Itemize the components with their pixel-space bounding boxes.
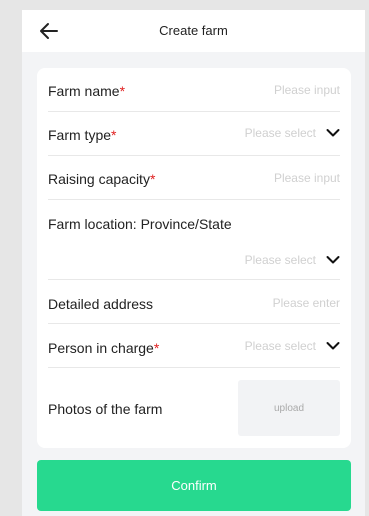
page-title: Create farm xyxy=(159,23,228,38)
chevron-down-icon xyxy=(326,129,340,137)
detailed-address-label: Detailed address xyxy=(48,296,154,312)
chevron-down-icon xyxy=(326,256,340,264)
farm-name-input[interactable] xyxy=(220,83,340,97)
form-card: Farm name* Farm type* Please select Rais… xyxy=(37,68,351,448)
detailed-address-input[interactable] xyxy=(220,296,340,310)
header-bar: Create farm xyxy=(22,10,365,52)
farm-name-row: Farm name* xyxy=(48,68,340,112)
farm-type-row: Farm type* Please select xyxy=(48,112,340,156)
farm-type-label: Farm type* xyxy=(48,127,117,143)
farm-location-placeholder: Please select xyxy=(244,253,316,267)
person-in-charge-label: Person in charge* xyxy=(48,340,160,356)
required-mark: * xyxy=(119,83,126,99)
required-mark: * xyxy=(149,171,156,187)
photos-label: Photos of the farm xyxy=(48,401,163,417)
upload-button[interactable]: upload xyxy=(238,380,340,436)
confirm-button[interactable]: Confirm xyxy=(37,460,351,511)
chevron-down-icon xyxy=(326,342,340,350)
farm-type-select[interactable]: Please select xyxy=(245,126,340,140)
farm-location-select[interactable]: Please select xyxy=(245,253,340,267)
person-in-charge-select[interactable]: Please select xyxy=(245,339,340,353)
raising-capacity-input[interactable] xyxy=(220,171,340,185)
farm-type-placeholder: Please select xyxy=(244,126,316,140)
required-mark: * xyxy=(111,127,117,143)
photos-row: Photos of the farm upload xyxy=(48,378,340,438)
farm-name-label: Farm name* xyxy=(48,83,126,99)
person-in-charge-placeholder: Please select xyxy=(244,339,316,353)
phone-screen: Create farm Farm name* Farm type* Please… xyxy=(22,10,365,516)
raising-capacity-row: Raising capacity* xyxy=(48,156,340,200)
farm-location-row: Farm location: Province/State Please sel… xyxy=(48,200,340,280)
person-in-charge-row: Person in charge* Please select xyxy=(48,324,340,368)
raising-capacity-label: Raising capacity* xyxy=(48,171,156,187)
required-mark: * xyxy=(153,340,160,356)
farm-location-label: Farm location: Province/State xyxy=(48,216,232,232)
detailed-address-row: Detailed address xyxy=(48,280,340,324)
